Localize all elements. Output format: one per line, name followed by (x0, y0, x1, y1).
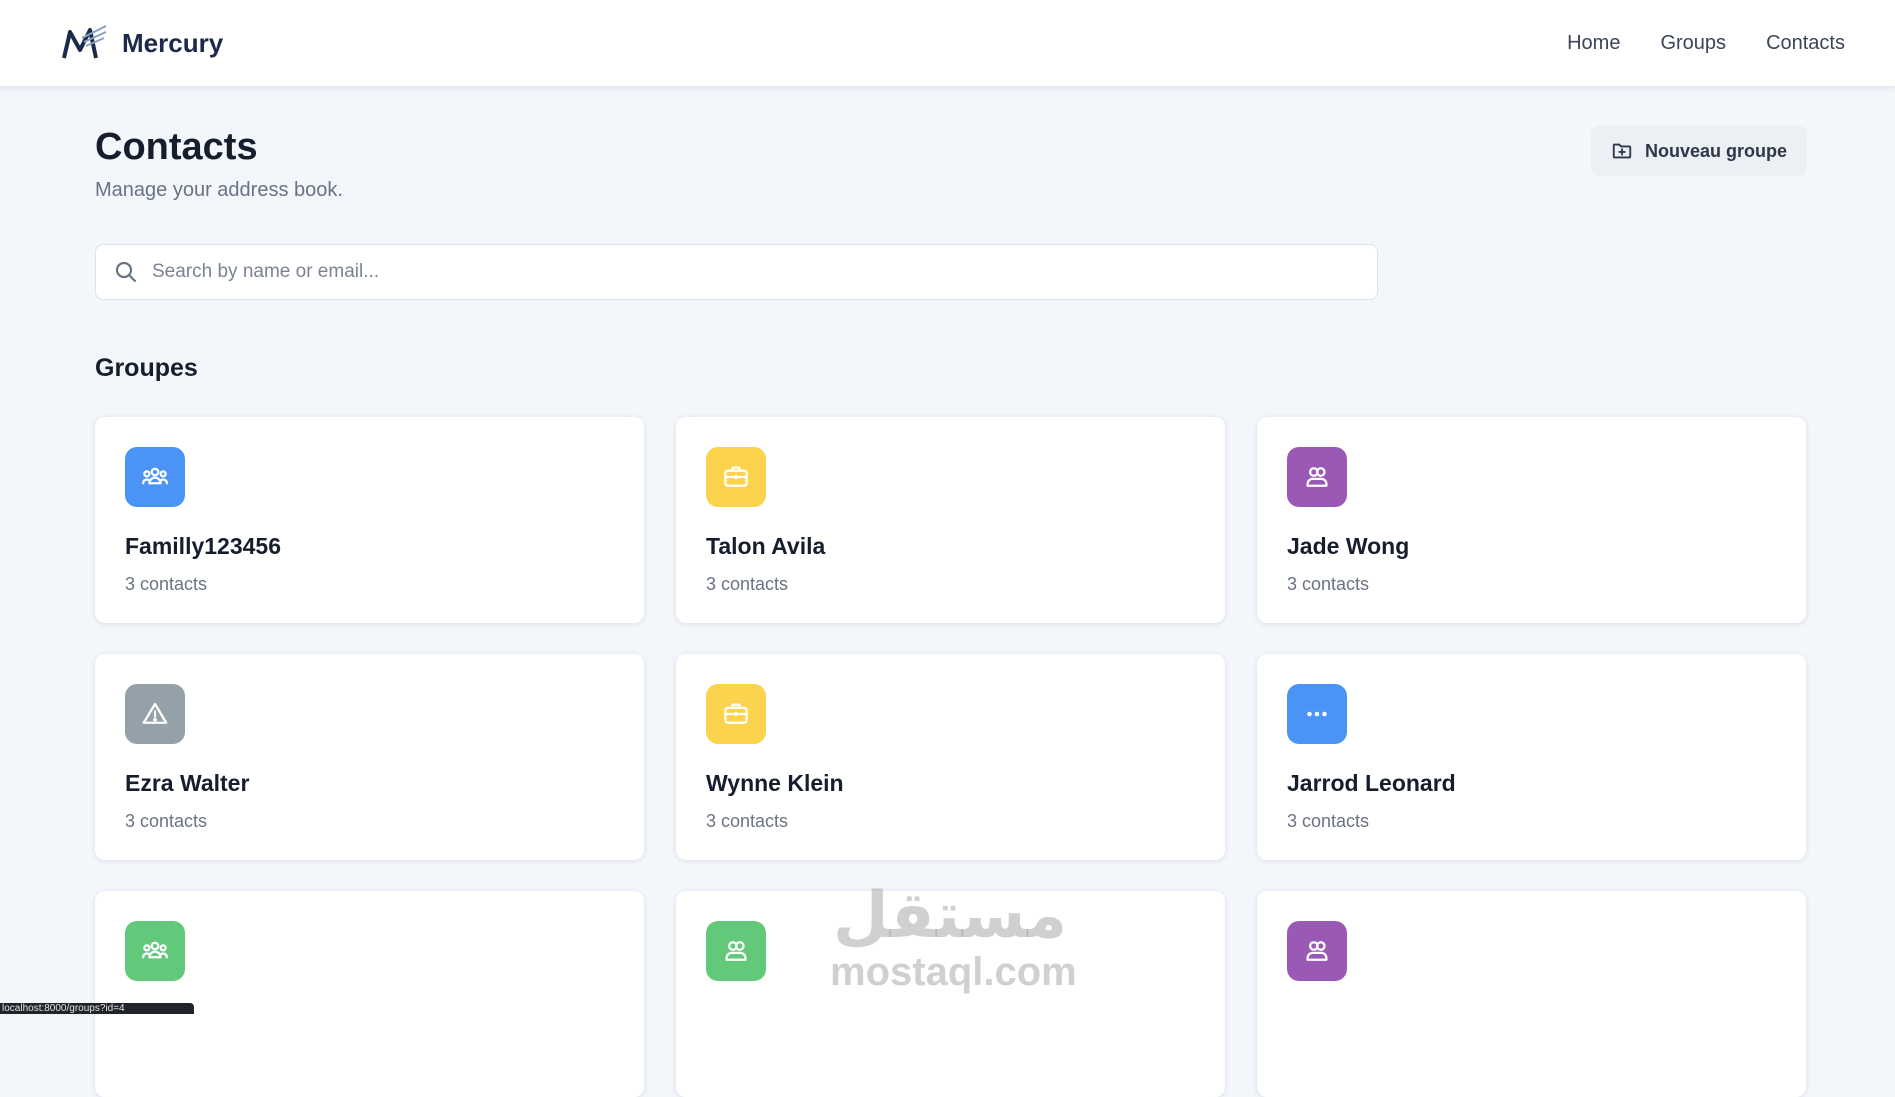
nav-contacts[interactable]: Contacts (1766, 32, 1845, 55)
group-card[interactable]: Jade Wong 3 contacts (1257, 417, 1806, 623)
mercury-logo-icon (62, 25, 107, 59)
group-contact-count: 3 contacts (1287, 811, 1370, 831)
briefcase-icon (706, 684, 766, 744)
folder-plus-icon (1612, 143, 1632, 159)
group-card[interactable]: Talon Avila 3 contacts (676, 417, 1225, 623)
group-card[interactable] (676, 891, 1225, 1097)
group-name: Jade Wong (1287, 533, 1410, 559)
groups-section-title: Groupes (95, 354, 198, 382)
group-contact-count: 3 contacts (125, 811, 208, 831)
group-name: Familly123456 (125, 533, 282, 559)
more-dots-icon (1287, 684, 1347, 744)
warning-icon (125, 684, 185, 744)
group-name: Wynne Klein (706, 770, 844, 796)
search-icon (115, 261, 137, 283)
users-group-icon (125, 921, 185, 981)
new-group-button[interactable]: Nouveau groupe (1590, 126, 1807, 176)
group-card[interactable] (95, 891, 644, 1097)
group-name: Talon Avila (706, 533, 826, 559)
group-card[interactable]: Jarrod Leonard 3 contacts (1257, 654, 1806, 860)
group-contact-count: 3 contacts (125, 574, 208, 594)
group-card[interactable]: Wynne Klein 3 contacts (676, 654, 1225, 860)
top-navbar: Mercury Home Groups Contacts (0, 0, 1895, 86)
search-box (95, 244, 1378, 300)
status-bar-url: localhost:8000/groups?id=4 (0, 1003, 194, 1014)
group-card[interactable]: Familly123456 3 contacts (95, 417, 644, 623)
nav-groups[interactable]: Groups (1660, 32, 1726, 55)
group-card[interactable] (1257, 891, 1806, 1097)
search-input[interactable] (152, 261, 1359, 283)
users-group-icon (125, 447, 185, 507)
group-contact-count: 3 contacts (1287, 574, 1370, 594)
user-pair-icon (1287, 447, 1347, 507)
group-card[interactable]: Ezra Walter 3 contacts (95, 654, 644, 860)
nav-home[interactable]: Home (1567, 32, 1620, 55)
group-name: Ezra Walter (125, 770, 250, 796)
user-pair-icon (1287, 921, 1347, 981)
group-contact-count: 3 contacts (706, 574, 789, 594)
page-title: Contacts (95, 126, 258, 168)
new-group-label: Nouveau groupe (1644, 140, 1787, 161)
groups-grid: Familly123456 3 contacts Talon Avila 3 cont… (95, 417, 1807, 1097)
briefcase-icon (706, 447, 766, 507)
brand[interactable]: Mercury (62, 24, 223, 62)
nav-links: Home Groups Contacts (1567, 32, 1845, 55)
group-contact-count: 3 contacts (706, 811, 789, 831)
brand-name: Mercury (122, 27, 224, 58)
group-name: Jarrod Leonard (1287, 770, 1456, 796)
user-pair-icon (706, 921, 766, 981)
page-subtitle: Manage your address book. (95, 179, 343, 201)
